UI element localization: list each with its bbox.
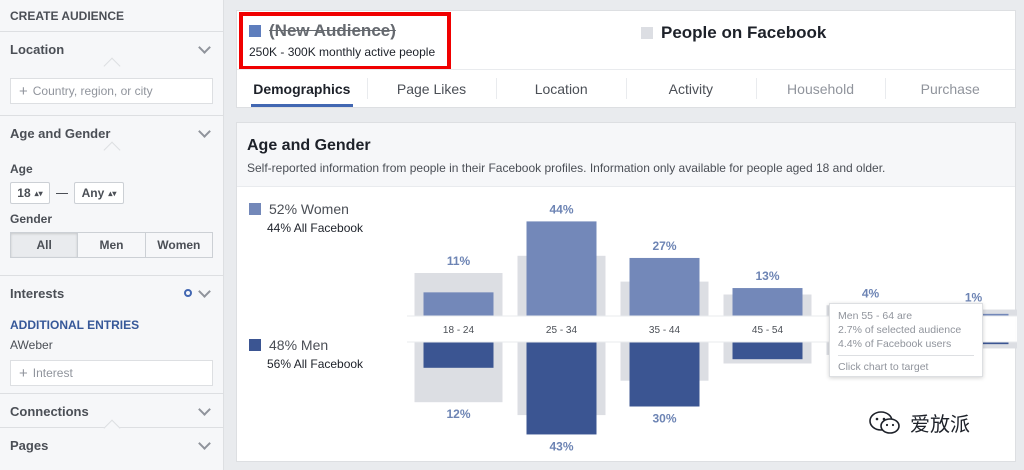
category-label: 35 - 44 <box>649 325 681 336</box>
gender-all-button[interactable]: All <box>10 232 79 258</box>
tab-page-likes[interactable]: Page Likes <box>366 70 497 107</box>
pages-title: Pages <box>10 437 49 453</box>
age-min-select[interactable]: 18 ▴▾ <box>10 182 50 204</box>
tab-purchase[interactable]: Purchase <box>885 70 1015 107</box>
interests-section: Interests ADDITIONAL ENTRIES AWeber + In… <box>0 276 223 394</box>
legend-men-sub: 56% All Facebook <box>267 357 364 371</box>
legend-women-text: 52% Women <box>269 201 349 217</box>
age-gender-section: Age and Gender Age 18 ▴▾ Any ▴▾ Gender A… <box>0 116 223 276</box>
watermark-text: 爱放派 <box>910 414 970 436</box>
interest-placeholder: Interest <box>32 366 73 380</box>
tooltip-line1: Men 55 - 64 are <box>838 310 913 322</box>
compare-label: People on Facebook <box>641 23 826 43</box>
category-label: 25 - 34 <box>546 325 578 336</box>
tab-demographics[interactable]: Demographics <box>237 70 367 107</box>
additional-entry-item: AWeber <box>10 338 53 352</box>
plus-icon: + <box>19 82 28 100</box>
legend-women: 52% Women 44% All Facebook <box>249 201 363 235</box>
updown-icon: ▴▾ <box>108 188 117 198</box>
tab-activity[interactable]: Activity <box>626 70 756 107</box>
tab-household[interactable]: Household <box>755 70 886 107</box>
chevron-down-icon <box>198 124 211 138</box>
pages-section: Pages <box>0 428 223 462</box>
sidebar-header: CREATE AUDIENCE <box>0 0 223 32</box>
interests-title: Interests <box>10 285 65 301</box>
gender-toggle-group: All Men Women <box>10 232 213 258</box>
women-value-label: 44% <box>549 202 573 216</box>
compare-color-swatch <box>641 27 653 39</box>
highlight-box <box>239 12 451 70</box>
pages-toggle[interactable]: Pages <box>10 428 213 462</box>
chevron-down-icon <box>198 402 211 416</box>
age-gender-title: Age and Gender <box>10 125 111 141</box>
age-range-dash <box>56 192 68 194</box>
category-label: 45 - 54 <box>752 325 784 336</box>
men-bar <box>629 342 700 407</box>
tooltip-separator <box>838 355 974 356</box>
panel-description: Self-reported information from people in… <box>247 161 886 175</box>
tab-location[interactable]: Location <box>496 70 626 107</box>
women-swatch <box>249 203 261 215</box>
connections-title: Connections <box>10 403 89 419</box>
chevron-down-icon <box>198 284 211 298</box>
wechat-icon <box>869 410 900 434</box>
age-min-value: 18 <box>17 186 31 200</box>
men-value-label: 43% <box>549 439 573 453</box>
women-value-label: 4% <box>862 286 880 300</box>
panel-title: Age and Gender <box>247 137 371 154</box>
age-max-select[interactable]: Any ▴▾ <box>74 182 124 204</box>
men-value-label: 30% <box>652 412 676 426</box>
men-value-label: 12% <box>446 407 470 421</box>
women-bar <box>732 288 803 316</box>
location-input[interactable]: + Country, region, or city <box>10 78 213 104</box>
legend-women-sub: 44% All Facebook <box>267 221 364 235</box>
legend-women-main: 52% Women <box>249 201 363 217</box>
location-section: Location + Country, region, or city <box>0 32 223 116</box>
additional-entries-title: ADDITIONAL ENTRIES <box>10 318 140 332</box>
women-bar <box>629 257 700 316</box>
legend-men: 48% Men 56% All Facebook <box>249 337 363 371</box>
men-bar <box>526 342 597 435</box>
watermark: 爱放派 <box>868 408 970 437</box>
tooltip-line2: 2.7% of selected audience <box>838 324 962 336</box>
audience-header-panel: (New Audience) 250K - 300K monthly activ… <box>236 10 1016 108</box>
age-row: 18 ▴▾ Any ▴▾ <box>10 182 213 204</box>
interest-input[interactable]: + Interest <box>10 360 213 386</box>
interests-toggle[interactable]: Interests <box>10 276 213 310</box>
category-label: 18 - 24 <box>443 325 475 336</box>
updown-icon: ▴▾ <box>34 188 43 198</box>
legend-men-main: 48% Men <box>249 337 363 353</box>
chevron-down-icon <box>198 436 211 450</box>
age-max-value: Any <box>81 186 105 200</box>
chevron-down-icon <box>198 40 211 54</box>
location-title: Location <box>10 41 65 57</box>
women-value-label: 27% <box>652 239 676 253</box>
compare-label-text: People on Facebook <box>661 23 827 42</box>
men-bar <box>423 342 494 368</box>
interests-controls <box>184 284 213 298</box>
sidebar: CREATE AUDIENCE Location + Country, regi… <box>0 0 224 470</box>
legend-men-text: 48% Men <box>269 337 329 353</box>
women-bar <box>526 221 597 316</box>
women-value-label: 11% <box>447 254 471 268</box>
info-icon[interactable] <box>184 289 192 297</box>
women-value-label: 13% <box>755 269 779 283</box>
gender-men-button[interactable]: Men <box>78 232 146 258</box>
plus-icon: + <box>19 364 28 382</box>
women-bar <box>423 292 494 316</box>
tab-bar: Demographics Page Likes Location Activit… <box>237 69 1015 107</box>
chart-tooltip: Men 55 - 64 are 2.7% of selected audienc… <box>829 303 983 377</box>
tooltip-line3: 4.4% of Facebook users <box>838 338 952 350</box>
tooltip-cta: Click chart to target <box>838 361 929 373</box>
age-label: Age <box>10 162 33 176</box>
gender-women-button[interactable]: Women <box>145 232 213 258</box>
panel-header: Age and Gender Self-reported information… <box>237 123 1015 187</box>
connections-section: Connections <box>0 394 223 437</box>
gender-label: Gender <box>10 212 53 226</box>
men-bar <box>732 342 803 360</box>
men-swatch <box>249 339 261 351</box>
location-placeholder: Country, region, or city <box>32 84 153 98</box>
